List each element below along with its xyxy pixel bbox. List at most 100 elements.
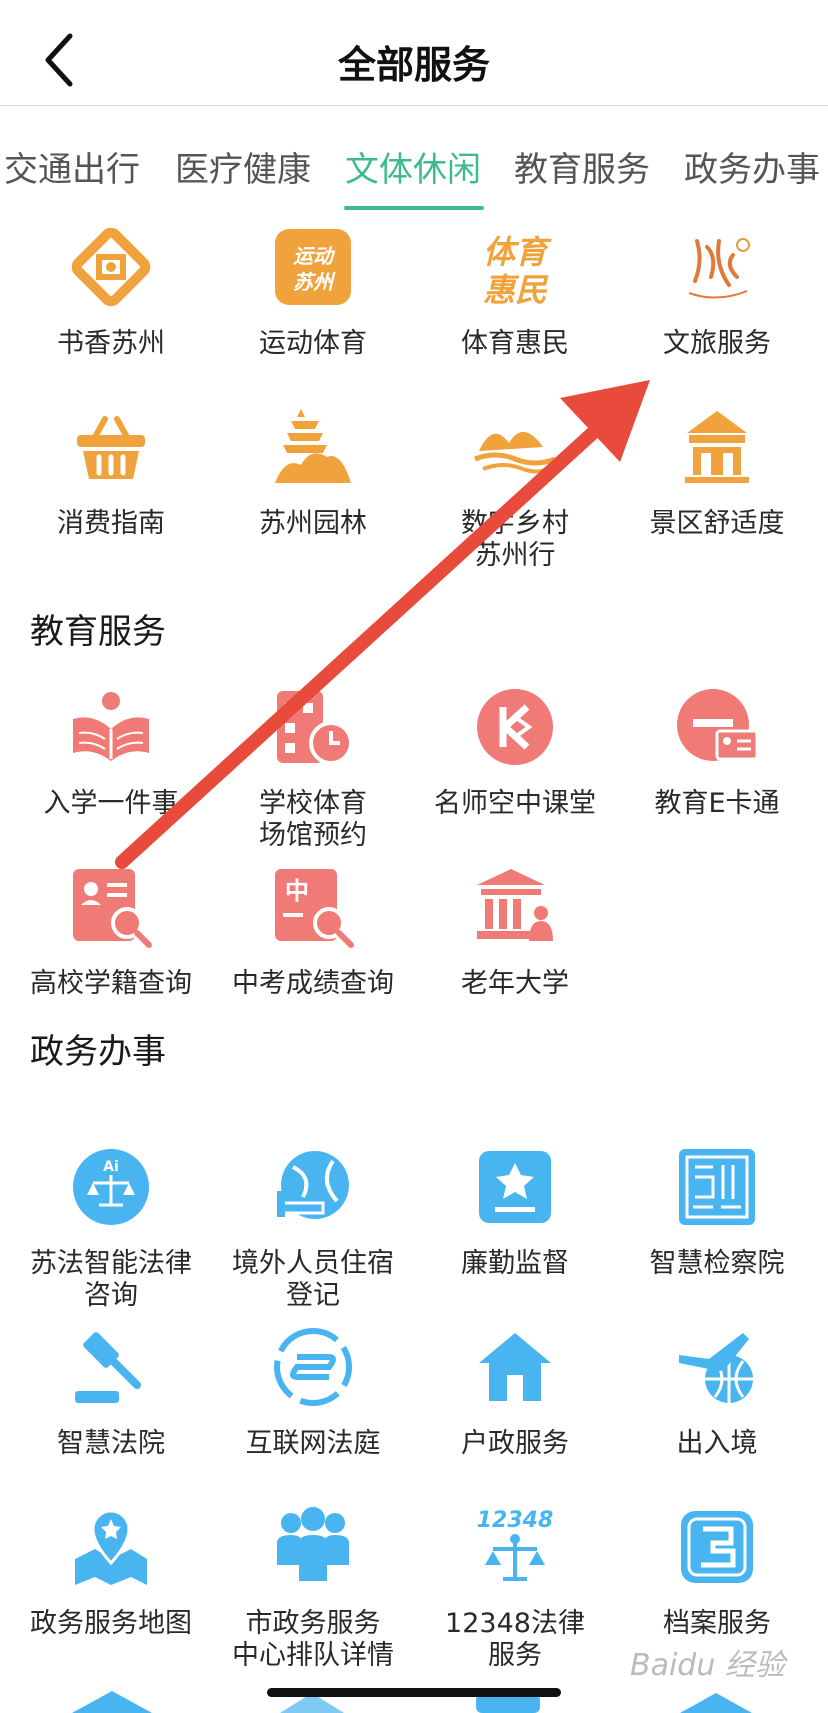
service-label: 智慧法院 (57, 1428, 165, 1459)
home-indicator[interactable] (267, 1688, 561, 1697)
open-book-icon (68, 684, 154, 770)
e-card-icon (674, 684, 760, 770)
service-label: 文旅服务 (663, 328, 771, 359)
building-clock-icon (270, 684, 356, 770)
service-item-online-class[interactable]: 名师空中课堂 (414, 684, 616, 820)
sport-suzhou-icon: 运动 苏州 (270, 224, 356, 310)
service-label: 入学一件事 (43, 788, 179, 819)
tab-leisure[interactable]: 文体休闲 (345, 142, 481, 191)
service-item-12348-legal[interactable]: 12348 12348法律 服务 (414, 1504, 616, 1672)
people-queue-icon (270, 1504, 356, 1590)
service-label: 体育惠民 (461, 328, 569, 359)
service-label: 学校体育 场馆预约 (259, 788, 367, 851)
section-title-government: 政务办事 (30, 1032, 166, 1072)
service-label: 出入境 (676, 1428, 758, 1459)
service-label: 档案服务 (663, 1608, 771, 1639)
service-label: 12348法律 服务 (445, 1608, 585, 1671)
service-item-culture-travel[interactable]: 文旅服务 (616, 224, 818, 360)
service-label: 政务服务地图 (30, 1608, 192, 1639)
map-pin-icon (68, 1504, 154, 1590)
service-label: 户政服务 (461, 1428, 569, 1459)
archive-icon (674, 1504, 760, 1590)
service-label: 中考成绩查询 (232, 968, 394, 999)
pavilion-icon (674, 404, 760, 490)
svg-text:运动: 运动 (293, 244, 336, 268)
gavel-icon (68, 1324, 154, 1410)
k-logo-icon (472, 684, 558, 770)
service-item-senior-university[interactable]: 老年大学 (414, 864, 616, 1000)
page-title: 全部服务 (337, 43, 490, 87)
svg-text:惠民: 惠民 (483, 271, 549, 309)
landscape-icon (472, 404, 558, 490)
service-label: 境外人员住宿 登记 (232, 1248, 394, 1311)
house-icon (472, 1324, 558, 1410)
badge-icon (472, 1144, 558, 1230)
service-label: 景区舒适度 (649, 508, 785, 539)
service-item-internet-court[interactable]: 互联网法庭 (212, 1324, 414, 1460)
service-item-smart-procuratorate[interactable]: 智慧检察院 (616, 1144, 818, 1280)
service-label: 苏州园林 (259, 508, 367, 539)
globe-bed-icon (270, 1144, 356, 1230)
service-label: 书香苏州 (57, 328, 165, 359)
calligraphy-icon (674, 224, 760, 310)
service-label: 高校学籍查询 (30, 968, 192, 999)
law-12348-icon: 12348 (472, 1504, 558, 1590)
service-label: 数字乡村 苏州行 (461, 508, 569, 571)
sports-benefit-icon: 体育 惠民 (472, 224, 558, 310)
pagoda-icon (270, 404, 356, 490)
service-label: 消费指南 (57, 508, 165, 539)
service-label: 苏法智能法律 咨询 (30, 1248, 192, 1311)
active-tab-indicator (344, 206, 484, 210)
service-item-archives[interactable]: 档案服务 (616, 1504, 818, 1640)
plane-globe-icon (674, 1324, 760, 1410)
svg-text:苏州: 苏州 (293, 270, 336, 294)
service-label: 智慧检察院 (649, 1248, 785, 1279)
tab-government[interactable]: 政务办事 (684, 142, 820, 191)
book-emblem-icon (68, 224, 154, 310)
service-item-queue-details[interactable]: 市政务服务 中心排队详情 (212, 1504, 414, 1672)
service-item-ai-legal[interactable]: Ai 苏法智能法律 咨询 (10, 1144, 212, 1312)
section-title-education: 教育服务 (30, 612, 166, 652)
service-label: 运动体育 (259, 328, 367, 359)
service-item-digital-village[interactable]: 数字乡村 苏州行 (414, 404, 616, 572)
university-icon (472, 864, 558, 950)
ai-scale-icon: Ai (68, 1144, 154, 1230)
service-item-household[interactable]: 户政服务 (414, 1324, 616, 1460)
service-item-foreigner-lodging[interactable]: 境外人员住宿 登记 (212, 1144, 414, 1312)
service-item-zhongkao-score[interactable]: 中 中考成绩查询 (212, 864, 414, 1000)
score-search-icon: 中 (270, 864, 356, 950)
network-court-icon (270, 1324, 356, 1410)
service-item-gardens[interactable]: 苏州园林 (212, 404, 414, 540)
service-item-sports[interactable]: 运动 苏州 运动体育 (212, 224, 414, 360)
header: 全部服务 (0, 0, 828, 106)
basket-icon (68, 404, 154, 490)
service-item-shuxiang[interactable]: 书香苏州 (10, 224, 212, 360)
service-label: 教育E卡通 (654, 788, 780, 819)
service-label: 互联网法庭 (245, 1428, 381, 1459)
service-item-sports-benefit[interactable]: 体育 惠民 体育惠民 (414, 224, 616, 360)
service-label: 名师空中课堂 (434, 788, 596, 819)
service-item-smart-court[interactable]: 智慧法院 (10, 1324, 212, 1460)
id-search-icon (68, 864, 154, 950)
service-item-integrity-supervision[interactable]: 廉勤监督 (414, 1144, 616, 1280)
service-item-exit-entry[interactable]: 出入境 (616, 1324, 818, 1460)
svg-text:体育: 体育 (483, 233, 552, 271)
watermark: Baidu 经验 (630, 1648, 785, 1683)
service-label: 廉勤监督 (461, 1248, 569, 1279)
tab-education[interactable]: 教育服务 (514, 142, 650, 191)
service-item-service-map[interactable]: 政务服务地图 (10, 1504, 212, 1640)
service-item-student-status[interactable]: 高校学籍查询 (10, 864, 212, 1000)
service-label: 市政务服务 中心排队详情 (232, 1608, 394, 1671)
seal-icon (674, 1144, 760, 1230)
tab-medical[interactable]: 医疗健康 (175, 142, 311, 191)
svg-text:中: 中 (285, 877, 309, 905)
service-item-venue-booking[interactable]: 学校体育 场馆预约 (212, 684, 414, 852)
tab-traffic[interactable]: 交通出行 (4, 142, 140, 191)
service-item-enrollment[interactable]: 入学一件事 (10, 684, 212, 820)
svg-text:Ai: Ai (103, 1159, 119, 1175)
category-tabs: 交通出行 医疗健康 文体休闲 教育服务 政务办事 (0, 106, 828, 210)
service-item-edu-card[interactable]: 教育E卡通 (616, 684, 818, 820)
service-item-consumption-guide[interactable]: 消费指南 (10, 404, 212, 540)
service-label: 老年大学 (461, 968, 569, 999)
service-item-scenic-comfort[interactable]: 景区舒适度 (616, 404, 818, 540)
